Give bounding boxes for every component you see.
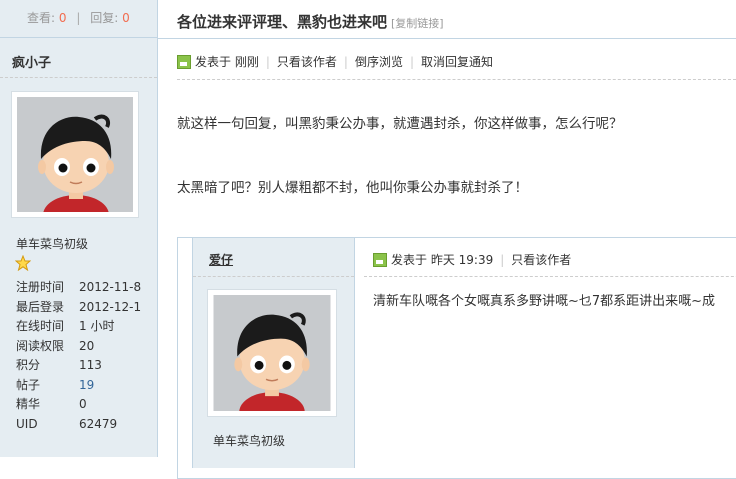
cartoon-avatar-icon bbox=[213, 295, 331, 432]
info-row: 在线时间 1 小时 bbox=[16, 317, 141, 337]
post-toolbar: 发表于 刚刚 | 只看该作者 | 倒序浏览 | 取消回复通知 bbox=[177, 53, 493, 70]
replies-count: 0 bbox=[122, 11, 130, 25]
info-key: 积分 bbox=[16, 358, 41, 372]
quoted-author-rank: 单车菜鸟初级 bbox=[213, 434, 286, 448]
author-sidebar: 查看: 0 | 回复: 0 疯小子 单车菜鸟初级 注册时间 2012-11-8 … bbox=[0, 0, 158, 457]
quoted-post-content: 清新车队嘅各个女嘅真系多野讲嘅~乜7都系距讲出来嘅~成 bbox=[373, 294, 716, 309]
info-key: UID bbox=[16, 416, 38, 431]
info-key: 在线时间 bbox=[16, 319, 65, 333]
divider bbox=[364, 276, 736, 277]
only-author-link[interactable]: 只看该作者 bbox=[277, 53, 337, 70]
info-row: 积分 113 bbox=[16, 356, 141, 376]
thread-stats: 查看: 0 | 回复: 0 bbox=[0, 0, 157, 38]
cartoon-avatar-icon bbox=[17, 97, 133, 212]
divider bbox=[193, 276, 354, 277]
quoted-author-link[interactable]: 爱仔 bbox=[209, 251, 233, 268]
online-status-icon bbox=[177, 54, 191, 69]
star-icon bbox=[15, 255, 31, 271]
views-count: 0 bbox=[58, 11, 67, 25]
posted-time: 刚刚 bbox=[234, 55, 259, 69]
only-author-link[interactable]: 只看该作者 bbox=[511, 251, 571, 268]
replies-label: 回复: bbox=[90, 11, 119, 25]
thread-title-text: 各位进来评评理、黑豹也进来吧 bbox=[177, 13, 388, 31]
info-row: 阅读权限 20 bbox=[16, 337, 141, 357]
info-value: 62479 bbox=[79, 416, 118, 431]
info-key: 阅读权限 bbox=[16, 338, 65, 353]
info-value: 0 bbox=[79, 397, 87, 411]
post-line: 太黑暗了吧？别人爆粗都不封，他叫你秉公办事就封杀了！ bbox=[177, 180, 528, 196]
info-key: 最后登录 bbox=[16, 299, 65, 314]
views-label: 查看: bbox=[27, 11, 56, 25]
author-rank: 单车菜鸟初级 bbox=[16, 237, 89, 251]
info-row: 帖子 19 bbox=[16, 376, 141, 396]
info-row: 最后登录 2012-12-1 bbox=[16, 298, 141, 318]
posted-label: 发表于 bbox=[391, 253, 428, 267]
posted-time: 昨天 19:39 bbox=[430, 253, 494, 267]
author-info: 注册时间 2012-11-8 最后登录 2012-12-1 在线时间 1 小时 阅读权… bbox=[16, 278, 141, 434]
reverse-order-link[interactable]: 倒序浏览 bbox=[355, 53, 403, 70]
divider bbox=[177, 79, 736, 80]
author-avatar[interactable] bbox=[11, 91, 139, 218]
thread-title: 各位进来评评理、黑豹也进来吧 [复制链接] bbox=[177, 11, 444, 32]
stats-separator: | bbox=[76, 11, 81, 25]
cancel-notify-link[interactable]: 取消回复通知 bbox=[421, 53, 493, 70]
info-value: 2012-11-8 bbox=[79, 280, 142, 294]
quoted-author-avatar[interactable] bbox=[207, 289, 337, 432]
copy-link-button[interactable]: [复制链接] bbox=[391, 17, 444, 30]
quoted-author-sidebar: 爱仔 单车菜鸟初级 bbox=[192, 238, 355, 468]
info-value: 2012-12-1 bbox=[79, 299, 142, 314]
posts-count-link[interactable]: 19 bbox=[79, 376, 94, 396]
info-row: 注册时间 2012-11-8 bbox=[16, 278, 141, 298]
info-value: 113 bbox=[79, 358, 102, 372]
divider bbox=[0, 77, 157, 78]
post-line: 就这样一句回复，叫黑豹秉公办事，就遭遇封杀，你这样做事，怎么行呢？ bbox=[177, 116, 623, 132]
info-row: UID 62479 bbox=[16, 415, 141, 435]
info-key: 注册时间 bbox=[16, 280, 65, 294]
quoted-post-toolbar: 发表于 昨天 19:39 | 只看该作者 bbox=[373, 251, 571, 268]
info-row: 精华 0 bbox=[16, 395, 141, 415]
online-status-icon bbox=[373, 252, 387, 267]
info-key: 帖子 bbox=[16, 377, 41, 392]
info-key: 精华 bbox=[16, 397, 41, 411]
info-value: 20 bbox=[79, 338, 95, 353]
author-name-link[interactable]: 疯小子 bbox=[12, 52, 51, 71]
divider bbox=[157, 38, 736, 39]
posted-label: 发表于 bbox=[195, 55, 232, 69]
quoted-post: 爱仔 单车菜鸟初级 发表于 昨天 19:39 | 只看该作者 清新车队嘅各个女嘅… bbox=[177, 237, 736, 479]
info-value: 1 小时 bbox=[79, 319, 115, 333]
